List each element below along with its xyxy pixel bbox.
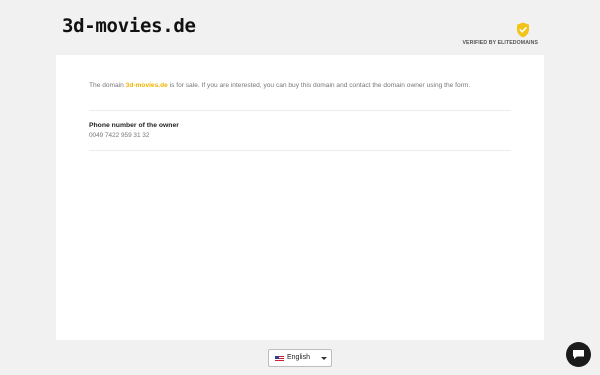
phone-label: Phone number of the owner <box>89 122 179 129</box>
sale-notice-prefix: The domain <box>89 82 126 89</box>
domain-highlight: 3d-movies.de <box>125 82 168 89</box>
chat-bubble-icon <box>573 350 584 359</box>
divider <box>89 150 511 151</box>
us-flag-icon <box>275 356 284 362</box>
header: 3d-movies.de VERIFIED BY ELITEDOMAINS <box>0 0 600 55</box>
sale-notice: The domain 3d-movies.de is for sale. If … <box>89 81 509 91</box>
chevron-down-icon <box>321 357 327 360</box>
verified-badge: VERIFIED BY ELITEDOMAINS <box>448 22 538 48</box>
language-label: English <box>287 354 310 361</box>
shield-check-icon <box>517 22 529 38</box>
chat-button[interactable] <box>566 342 591 367</box>
sale-notice-suffix: is for sale. If you are interested, you … <box>167 82 471 89</box>
divider <box>89 110 511 111</box>
content-card: The domain 3d-movies.de is for sale. If … <box>56 55 544 340</box>
domain-title: 3d-movies.de <box>62 15 196 37</box>
language-select[interactable]: English <box>268 349 332 367</box>
verified-text: VERIFIED BY ELITEDOMAINS <box>462 40 538 46</box>
phone-number[interactable]: 0049 7422 959 31 32 <box>89 132 149 139</box>
